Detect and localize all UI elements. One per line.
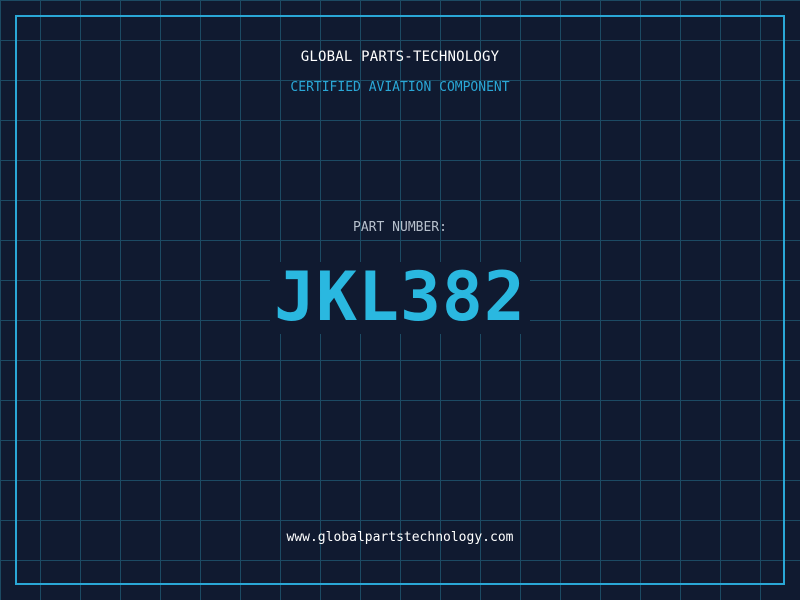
part-number-container: JKL382 (0, 262, 800, 334)
certificate-screen: GLOBAL PARTS-TECHNOLOGY CERTIFIED AVIATI… (0, 0, 800, 600)
website-url: www.globalpartstechnology.com (286, 530, 514, 545)
part-number-label: PART NUMBER: (353, 220, 447, 235)
certification-subtitle: CERTIFIED AVIATION COMPONENT (290, 80, 510, 95)
part-number-value: JKL382 (270, 262, 530, 334)
company-name: GLOBAL PARTS-TECHNOLOGY (300, 49, 500, 65)
